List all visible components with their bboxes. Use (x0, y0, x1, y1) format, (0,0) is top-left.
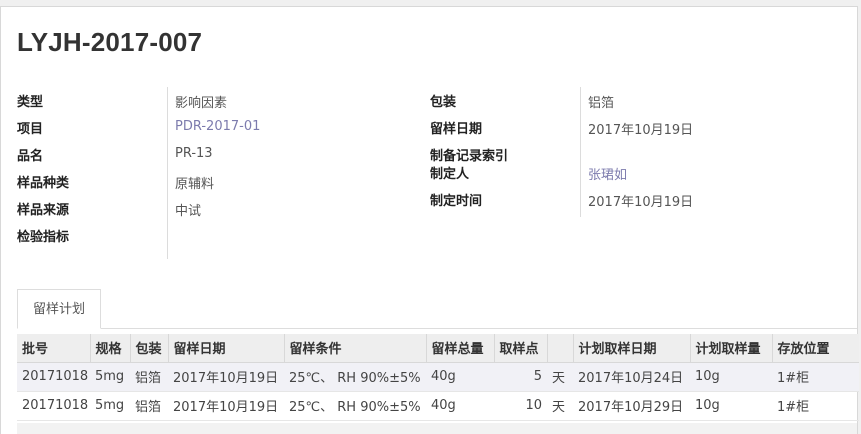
column-header[interactable]: 计划取样日期 (572, 334, 690, 363)
cell-unit: 天 (547, 391, 573, 421)
table-row[interactable]: 20171018 5mg 铝箔 2017年10月19日 25℃、 RH 90%±… (17, 362, 859, 392)
field-created-time: 制定时间 2017年10月19日 (430, 190, 830, 210)
cell-spec: 5mg (90, 362, 130, 392)
field-label: 留样日期 (430, 122, 483, 137)
left-divider (167, 87, 168, 259)
column-header[interactable]: 包装 (129, 334, 168, 363)
cell-packaging: 铝箔 (130, 362, 168, 392)
field-label: 项目 (17, 122, 44, 137)
cell-sampling-point: 10 (494, 391, 547, 421)
field-packaging: 包装 铝箔 (430, 91, 830, 111)
field-sample-kind: 样品种类 原辅料 (17, 172, 417, 192)
field-label: 检验指标 (17, 230, 70, 245)
cell-planned-qty: 10g (690, 391, 772, 421)
table-row[interactable]: 20171018 5mg 铝箔 2017年10月19日 25℃、 RH 90%±… (17, 391, 859, 421)
field-label: 包装 (430, 95, 457, 110)
cell-total: 40g (426, 391, 494, 421)
field-value: 原辅料 (175, 177, 215, 192)
table-header-row: 批号 规格 包装 留样日期 留样条件 留样总量 取样点 计划取样日期 计划取样量… (17, 334, 859, 363)
cell-retain-date: 2017年10月19日 (168, 362, 284, 392)
tab-baseline (17, 328, 857, 329)
field-label: 制定时间 (430, 194, 483, 209)
field-label: 样品种类 (17, 176, 70, 191)
column-header[interactable]: 取样点 (493, 334, 547, 363)
cell-planned-qty: 10g (690, 362, 772, 392)
field-value: 2017年10月19日 (588, 123, 694, 138)
cell-unit: 天 (547, 362, 573, 392)
cell-retain-date: 2017年10月19日 (168, 391, 284, 421)
cell-batch: 20171018 (17, 362, 90, 392)
field-product-name: 品名 PR-13 (17, 145, 417, 165)
column-header[interactable]: 批号 (17, 334, 90, 363)
column-header[interactable]: 留样日期 (167, 334, 284, 363)
retain-plan-table: 批号 规格 包装 留样日期 留样条件 留样总量 取样点 计划取样日期 计划取样量… (17, 334, 859, 421)
cell-sampling-point: 5 (494, 362, 547, 392)
field-value: 中试 (175, 204, 202, 219)
column-header[interactable]: 计划取样量 (689, 334, 772, 363)
record-title: LYJH-2017-007 (17, 27, 203, 57)
field-prep-record-index: 制备记录索引 (430, 145, 830, 165)
cell-condition: 25℃、 RH 90%±5% (284, 362, 426, 392)
column-header[interactable]: 规格 (89, 334, 130, 363)
field-label: 制定人 (430, 167, 470, 182)
tab-retain-plan[interactable]: 留样计划 (17, 289, 101, 329)
project-link[interactable]: PDR-2017-01 (175, 119, 260, 134)
field-retain-date: 留样日期 2017年10月19日 (430, 118, 830, 138)
field-value: 影响因素 (175, 96, 228, 111)
field-label: 品名 (17, 149, 44, 164)
cell-location: 1#柜 (772, 391, 859, 421)
cell-location: 1#柜 (772, 362, 859, 392)
cell-planned-date: 2017年10月24日 (573, 362, 690, 392)
column-header[interactable] (546, 334, 573, 363)
cell-condition: 25℃、 RH 90%±5% (284, 391, 426, 421)
field-project: 项目 PDR-2017-01 (17, 118, 417, 138)
field-value: PR-13 (175, 146, 213, 161)
field-test-indicator: 检验指标 (17, 226, 417, 246)
field-value: 2017年10月19日 (588, 195, 694, 210)
column-header[interactable]: 留样总量 (425, 334, 494, 363)
form-sheet: LYJH-2017-007 类型 影响因素 项目 PDR-2017-01 品名 … (0, 6, 859, 434)
cell-total: 40g (426, 362, 494, 392)
field-author: 制定人 张珺如 (430, 163, 830, 183)
column-header[interactable]: 存放位置 (771, 334, 859, 363)
field-label: 样品来源 (17, 203, 70, 218)
cell-batch: 20171018 (17, 391, 90, 421)
field-type: 类型 影响因素 (17, 91, 417, 111)
field-value: 铝箔 (588, 96, 615, 111)
table-footer (17, 423, 857, 434)
author-link[interactable]: 张珺如 (588, 164, 627, 183)
cell-spec: 5mg (90, 391, 130, 421)
field-label: 类型 (17, 95, 44, 110)
right-divider (580, 87, 581, 217)
cell-planned-date: 2017年10月29日 (573, 391, 690, 421)
cell-packaging: 铝箔 (130, 391, 168, 421)
field-label: 制备记录索引 (430, 149, 509, 164)
column-header[interactable]: 留样条件 (283, 334, 426, 363)
field-sample-source: 样品来源 中试 (17, 199, 417, 219)
